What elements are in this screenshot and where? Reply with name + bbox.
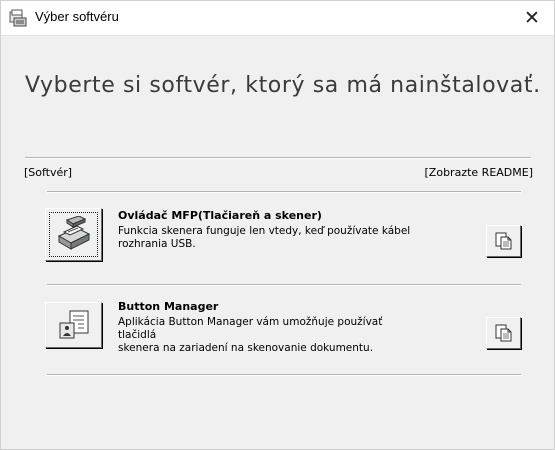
- readme-column-label: [Zobrazte README]: [424, 166, 533, 179]
- software-column-label: [Softvér]: [24, 166, 73, 179]
- page-heading: Vyberte si softvér, ktorý sa má nainštal…: [25, 73, 541, 98]
- mfp-driver-title: Ovládač MFP(Tlačiareň a skener): [118, 209, 322, 222]
- title-bar: Výber softvéru ✕: [1, 1, 554, 36]
- button-manager-description-line1: Aplikácia Button Manager vám umožňuje po…: [118, 316, 383, 341]
- section-divider-2: [47, 284, 521, 286]
- close-icon: ✕: [524, 7, 540, 29]
- install-button-manager-button[interactable]: [45, 302, 102, 348]
- button-manager-readme-button[interactable]: [486, 317, 521, 349]
- window-title: Výber softvéru: [35, 9, 119, 24]
- mfp-driver-readme-button[interactable]: [486, 225, 521, 257]
- close-button[interactable]: ✕: [510, 1, 554, 35]
- mfp-driver-description-line1: Funkcia skenera funguje len vtedy, keď p…: [118, 225, 411, 237]
- button-manager-description: Aplikácia Button Manager vám umožňuje po…: [118, 316, 418, 355]
- install-mfp-driver-button[interactable]: [45, 208, 102, 261]
- button-manager-description-line2: skenera na zariadení na skenovanie dokum…: [118, 342, 374, 354]
- section-divider-3: [47, 374, 521, 376]
- top-divider: [25, 157, 531, 159]
- section-divider-1: [47, 191, 521, 193]
- installer-app-icon: [9, 9, 27, 27]
- mfp-driver-description-line2: rozhrania USB.: [118, 238, 196, 250]
- software-selection-window: Výber softvéru ✕ Vyberte si softvér, kto…: [0, 0, 555, 450]
- mfp-driver-description: Funkcia skenera funguje len vtedy, keď p…: [118, 225, 418, 251]
- button-manager-title: Button Manager: [118, 300, 219, 313]
